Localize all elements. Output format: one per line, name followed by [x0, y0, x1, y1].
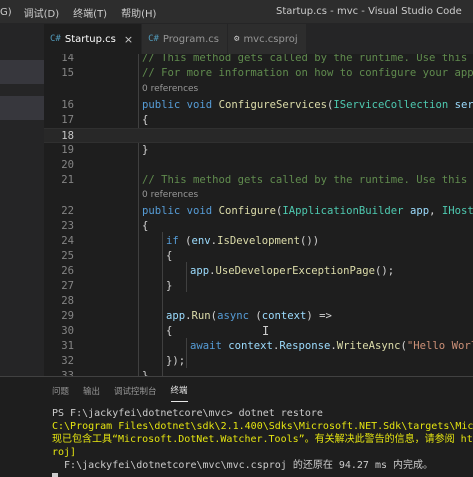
- line-number: 33: [61, 370, 74, 376]
- code-text: {: [142, 220, 149, 232]
- explorer-sidebar[interactable]: [0, 24, 44, 376]
- sidebar-row[interactable]: [0, 96, 44, 120]
- codelens-references[interactable]: 0 references: [142, 188, 198, 203]
- line-number: 32: [61, 355, 74, 367]
- terminal-line: C:\Program Files\dotnet\sdk\2.1.400\Sdks…: [52, 421, 473, 432]
- code-text: app.Run(async (context) =>: [166, 310, 332, 322]
- terminal-line: 现已包含工具“Microsoft.DotNet.Watcher.Tools”。有…: [52, 434, 473, 445]
- code-line[interactable]: 29 app.Run(async (context) =>: [44, 309, 473, 324]
- code-line[interactable]: 32});: [44, 354, 473, 369]
- code-line[interactable]: 17 {: [44, 113, 473, 128]
- sidebar-selected-row[interactable]: [0, 60, 44, 84]
- line-number: 14: [61, 54, 74, 64]
- line-number: 16: [61, 99, 74, 111]
- csharp-file-icon: C#: [50, 34, 61, 44]
- code-text: public void ConfigureServices(IServiceCo…: [142, 99, 473, 111]
- code-line[interactable]: 22 public void Configure(IApplicationBuil…: [44, 204, 473, 219]
- code-line[interactable]: 14 // This method gets called by the runt…: [44, 54, 473, 66]
- code-line[interactable]: 27}: [44, 279, 473, 294]
- tab-label: Startup.cs: [64, 33, 116, 45]
- line-number: 20: [61, 159, 74, 171]
- code-text: public void Configure(IApplicationBuilde…: [142, 205, 473, 217]
- code-line[interactable]: 26 app.UseDeveloperExceptionPage();: [44, 264, 473, 279]
- terminal-output[interactable]: PS F:\jackyfei\dotnetcore\mvc> dotnet re…: [52, 407, 473, 477]
- code-line[interactable]: 18: [44, 128, 473, 143]
- line-number: 27: [61, 280, 74, 292]
- line-number: 22: [61, 205, 74, 217]
- menu-item-view[interactable]: G): [0, 7, 12, 18]
- line-number: 30: [61, 325, 74, 337]
- code-text: }: [166, 280, 173, 292]
- tab-program-cs[interactable]: C# Program.cs: [142, 24, 229, 54]
- code-text: await context.Response.WriteAsync("Hello…: [190, 340, 473, 352]
- line-number: 29: [61, 310, 74, 322]
- line-number: 19: [61, 144, 74, 156]
- menu-item-debug[interactable]: 调试(D): [24, 5, 60, 20]
- line-number: 15: [61, 67, 74, 79]
- code-text: });: [166, 355, 186, 367]
- code-text: {: [166, 325, 173, 337]
- panel-tab-debug-console[interactable]: 调试控制台: [114, 379, 157, 402]
- code-text: // This method gets called by the runtim…: [142, 174, 468, 186]
- code-line[interactable]: 20: [44, 158, 473, 173]
- line-number: 28: [61, 295, 74, 307]
- code-text: }: [142, 370, 149, 376]
- code-text: {: [142, 114, 149, 126]
- code-text: // This method gets called by the runtim…: [142, 54, 468, 64]
- panel-tab-terminal[interactable]: 终端: [170, 378, 188, 402]
- line-number: 26: [61, 265, 74, 277]
- terminal-line: roj]: [52, 447, 77, 458]
- window-title: Startup.cs - mvc - Visual Studio Code: [276, 6, 462, 17]
- terminal-line: PS F:\jackyfei\dotnetcore\mvc> dotnet re…: [52, 408, 323, 419]
- bottom-panel: 问题 输出 调试控制台 终端 PS F:\jackyfei\dotnetcore…: [0, 376, 473, 477]
- code-text: {: [166, 250, 173, 262]
- code-line[interactable]: 33}: [44, 369, 473, 376]
- terminal-prompt-line[interactable]: [52, 472, 473, 477]
- menu-item-terminal[interactable]: 终端(T): [73, 5, 107, 20]
- code-text: // For more information on how to config…: [142, 67, 473, 79]
- editor-tabs: C# Startup.cs × C# Program.cs ⚙ mvc.cspr…: [44, 24, 473, 54]
- code-line[interactable]: 25 {: [44, 249, 473, 264]
- terminal-cursor: [52, 472, 58, 477]
- close-icon[interactable]: ×: [124, 33, 133, 46]
- codelens-references[interactable]: 0 references: [142, 82, 198, 97]
- panel-tab-problems[interactable]: 问题: [52, 379, 69, 402]
- code-editor[interactable]: I 14// This method gets called by the ru…: [44, 54, 473, 376]
- line-number: 17: [61, 114, 74, 126]
- code-text: app.UseDeveloperExceptionPage();: [190, 265, 395, 277]
- code-line[interactable]: 15 // For more information on how to conf…: [44, 66, 473, 81]
- code-text: }: [142, 144, 149, 156]
- code-line[interactable]: 16 public void ConfigureServices(IService…: [44, 98, 473, 113]
- line-number: 18: [61, 130, 74, 142]
- code-line[interactable]: 31 await context.Response.WriteAsync("Hel…: [44, 339, 473, 354]
- code-line[interactable]: 23 {: [44, 219, 473, 234]
- code-text: if (env.IsDevelopment()): [166, 235, 320, 247]
- line-number: 31: [61, 340, 74, 352]
- tab-startup-cs[interactable]: C# Startup.cs ×: [44, 24, 143, 54]
- line-number: 21: [61, 174, 74, 186]
- line-number: 23: [61, 220, 74, 232]
- tab-label: mvc.csproj: [243, 33, 298, 45]
- code-line[interactable]: 19}: [44, 143, 473, 158]
- terminal-line: F:\jackyfei\dotnetcore\mvc\mvc.csproj 的还…: [52, 460, 434, 471]
- menu-bar: G) 调试(D) 终端(T) 帮助(H): [0, 0, 170, 24]
- menu-item-help[interactable]: 帮助(H): [121, 5, 156, 20]
- tab-mvc-csproj[interactable]: ⚙ mvc.csproj: [228, 24, 307, 54]
- line-number: 24: [61, 235, 74, 247]
- code-line[interactable]: 24 if (env.IsDevelopment()): [44, 234, 473, 249]
- panel-tabs: 问题 输出 调试控制台 终端: [52, 377, 202, 403]
- gear-icon: ⚙: [234, 34, 240, 44]
- csharp-file-icon: C#: [148, 34, 159, 44]
- code-line[interactable]: 30 {: [44, 324, 473, 339]
- tab-label: Program.cs: [162, 33, 220, 45]
- panel-tab-output[interactable]: 输出: [83, 379, 100, 402]
- line-number: 25: [61, 250, 74, 262]
- code-line[interactable]: 28: [44, 294, 473, 309]
- title-bar: G) 调试(D) 终端(T) 帮助(H) Startup.cs - mvc - …: [0, 0, 473, 24]
- code-line[interactable]: 21 // This method gets called by the runt…: [44, 173, 473, 188]
